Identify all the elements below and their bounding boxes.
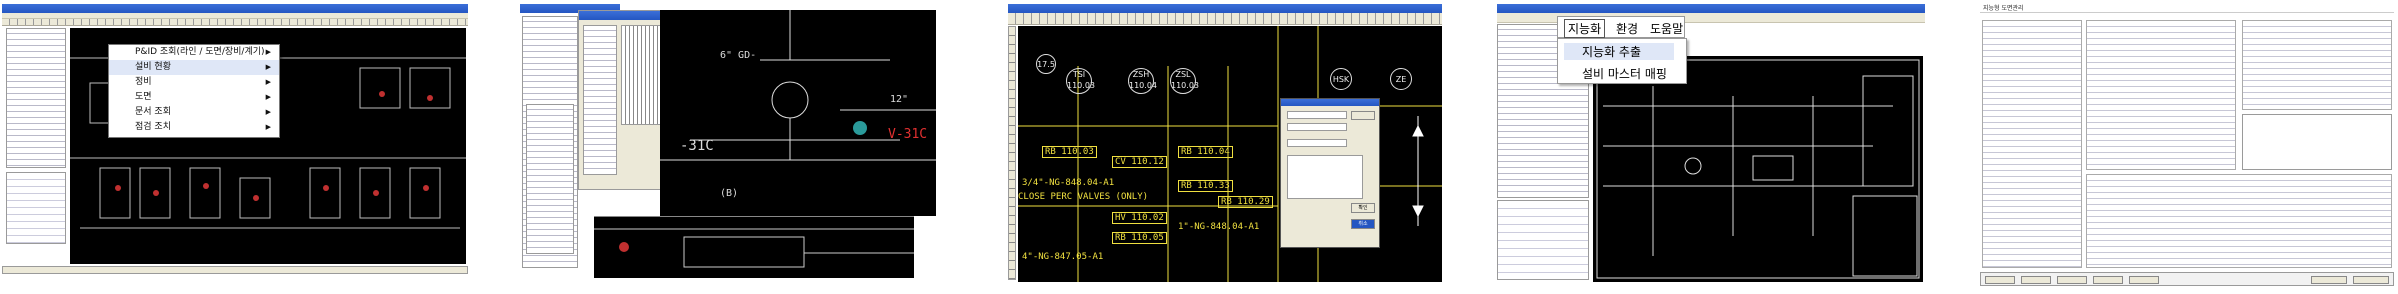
property-panel[interactable]	[1497, 200, 1589, 280]
submenu-arrow-icon: ▶	[265, 78, 271, 86]
ok-button[interactable]: 확인	[1351, 203, 1375, 213]
screenshot-4: 지능화 환경 도움말 지능화 추출 설비 마스터 매핑	[1497, 4, 1925, 290]
line-label: 1"-NG-848.04-A1	[1178, 222, 1260, 232]
menu-item-document-view[interactable]: 문서 조회 ▶	[109, 105, 279, 120]
cad-drawing: 6" GD- -31C 12" (B) V-31C	[660, 10, 936, 199]
menu-item-label: 지능화 추출	[1582, 45, 1642, 59]
pipe-label-b: (B)	[720, 188, 738, 199]
line-label: 4"-NG-847.05-A1	[1022, 252, 1104, 262]
submenu-arrow-icon: ▶	[265, 123, 271, 131]
menu-item-label: 점검 조치	[135, 122, 171, 132]
action-button[interactable]	[2129, 276, 2159, 284]
menu-item-equipment-status[interactable]: 설비 현황 ▶	[109, 60, 279, 75]
cad-drawing-area[interactable]: 17.5 TSI 110.03 ZSH 110.04 ZSL 110.03 HS…	[1018, 26, 1442, 282]
cad-drawing-secondary[interactable]	[594, 216, 914, 278]
window-title: 지능형 도면관리	[1983, 5, 2024, 12]
menu-item-label: 설비 현황	[135, 62, 171, 72]
tab-intelligence[interactable]: 지능화	[1564, 19, 1606, 38]
tab-environment[interactable]: 환경	[1616, 20, 1638, 37]
instrument-bubble[interactable]: ZSH 110.04	[1128, 68, 1157, 94]
menu-item-inspection[interactable]: 점검 조치 ▶	[109, 120, 279, 135]
tag-label[interactable]: RB 110.03	[1042, 146, 1097, 158]
submenu-arrow-icon: ▶	[265, 108, 271, 116]
valve-label-v31c: V-31C	[888, 127, 927, 142]
secondary-tree[interactable]	[583, 25, 617, 175]
instrument-bubble[interactable]: ZSL 110.03	[1170, 68, 1199, 94]
menu-item-equipment-master-mapping[interactable]: 설비 마스터 매핑	[1564, 65, 1667, 82]
bottom-grid[interactable]	[2086, 174, 2392, 268]
list-panel[interactable]	[526, 104, 574, 254]
context-menu: P&ID 조회(라인 / 도면/장비/계기) ▶ 설비 현황 ▶ 정비 ▶ 도면 ▶ 문…	[108, 44, 280, 138]
menu-item-pid-view[interactable]: P&ID 조회(라인 / 도면/장비/계기) ▶	[109, 45, 279, 60]
menu-item-label: 도면	[135, 92, 152, 102]
menu-item-label: 설비 마스터 매핑	[1582, 67, 1667, 81]
detail-grid-top[interactable]	[2086, 20, 2236, 170]
ribbon-tabs: 지능화 환경 도움말	[1557, 16, 1685, 38]
dialog-field[interactable]	[1287, 111, 1347, 119]
instrument-bubble[interactable]: HSK	[1330, 68, 1352, 90]
line-label: 3/4"-NG-848.04-A1	[1022, 178, 1115, 188]
window-title-bar	[2, 4, 468, 13]
cad-drawing-area[interactable]: P&ID 조회(라인 / 도면/장비/계기) ▶ 설비 현황 ▶ 정비 ▶ 도면 ▶ 문…	[70, 28, 466, 264]
pipe-label-31c: -31C	[680, 138, 714, 154]
tag-label[interactable]: RB 110.05	[1112, 232, 1167, 244]
cancel-button[interactable]: 취소	[1351, 219, 1375, 229]
tree-panel[interactable]	[6, 28, 66, 168]
window-title-bar	[1008, 4, 1442, 13]
tab-help[interactable]: 도움말	[1650, 20, 1683, 37]
tag-label[interactable]: RB 110.04	[1178, 146, 1233, 158]
instrument-bubble[interactable]: 17.5	[1036, 54, 1056, 74]
submenu-arrow-icon: ▶	[265, 93, 271, 101]
cad-drawing-bottom	[594, 228, 914, 268]
cad-drawing-area[interactable]	[1593, 56, 1923, 282]
dialog-field[interactable]	[1287, 123, 1347, 131]
cad-drawing-area[interactable]: 6" GD- -31C 12" (B) V-31C	[660, 10, 936, 216]
screenshot-1: P&ID 조회(라인 / 도면/장비/계기) ▶ 설비 현황 ▶ 정비 ▶ 도면 ▶ 문…	[2, 4, 468, 290]
action-button[interactable]	[2021, 276, 2051, 284]
submenu-arrow-icon: ▶	[265, 63, 271, 71]
screenshot-2: 6" GD- -31C 12" (B) V-31C	[520, 4, 940, 290]
submenu-arrow-icon: ▶	[265, 48, 271, 56]
action-button[interactable]	[2311, 276, 2347, 284]
screenshot-3: 17.5 TSI 110.03 ZSH 110.04 ZSL 110.03 HS…	[1008, 4, 1442, 290]
status-bar	[2, 266, 468, 274]
tag-label[interactable]: HV 110.02	[1112, 212, 1167, 224]
button-bar	[1980, 272, 2394, 286]
menu-item-drawing[interactable]: 도면 ▶	[109, 90, 279, 105]
action-button[interactable]	[2057, 276, 2087, 284]
instrument-bubble[interactable]: TSI 110.03	[1066, 68, 1095, 94]
tag-label[interactable]: CV 110.12	[1112, 156, 1167, 168]
dialog-field[interactable]	[1287, 139, 1347, 147]
cad-drawing	[1596, 59, 1920, 279]
dialog-textarea[interactable]	[1287, 155, 1363, 199]
action-button[interactable]	[1985, 276, 2015, 284]
property-panel[interactable]	[6, 172, 66, 244]
property-dialog[interactable]: 확인 취소	[1280, 98, 1380, 248]
empty-panel	[2242, 114, 2392, 170]
pipe-label-12in: 12"	[890, 94, 908, 105]
screenshot-5: 지능형 도면관리	[1980, 4, 2394, 290]
dialog-button[interactable]	[1351, 111, 1375, 120]
action-button[interactable]	[2093, 276, 2123, 284]
window-title-bar: 지능형 도면관리	[1980, 4, 2394, 13]
tree-grid[interactable]	[1982, 20, 2082, 268]
action-button[interactable]	[2353, 276, 2389, 284]
detail-grid-right[interactable]	[2242, 20, 2392, 110]
dialog-title-bar	[1281, 99, 1379, 106]
pipe-label-6in: 6" GD-	[720, 50, 756, 61]
tag-label[interactable]: RB 110.33	[1178, 180, 1233, 192]
menu-item-intelligent-extract[interactable]: 지능화 추출	[1564, 43, 1674, 60]
window-title-bar	[1497, 4, 1925, 13]
menu-item-label: P&ID 조회(라인 / 도면/장비/계기)	[135, 47, 265, 57]
menu-item-label: 문서 조회	[135, 107, 171, 117]
menu-item-label: 정비	[135, 77, 152, 87]
toolbar[interactable]	[2, 19, 468, 26]
menu-item-maintenance[interactable]: 정비 ▶	[109, 75, 279, 90]
instrument-bubble[interactable]: ZE	[1390, 68, 1412, 90]
toolbar[interactable]	[1008, 13, 1442, 25]
left-tool-strip[interactable]	[1008, 26, 1016, 280]
dropdown-menu: 지능화 추출 설비 마스터 매핑	[1557, 38, 1687, 84]
note-label: CLOSE PERC VALVES (ONLY)	[1018, 192, 1149, 202]
tag-label[interactable]: RB 110.29	[1218, 196, 1273, 208]
